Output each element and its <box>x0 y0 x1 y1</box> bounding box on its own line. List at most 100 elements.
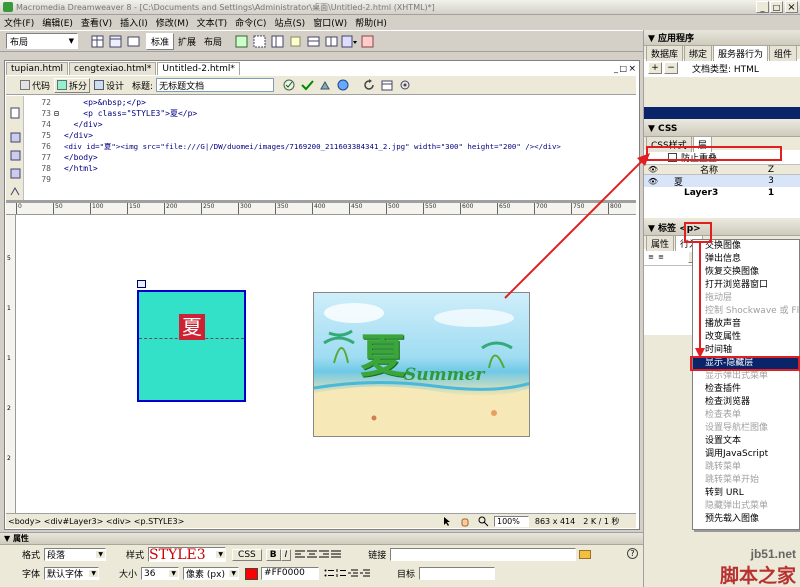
layer-row[interactable]: Layer3 1 <box>644 187 800 199</box>
tab-databases[interactable]: 数据库 <box>646 44 684 61</box>
code-view-button[interactable]: 代码 <box>20 79 50 92</box>
menu-view[interactable]: 查看(V) <box>77 16 116 29</box>
frameset-icon[interactable] <box>268 32 286 50</box>
tabular-data-icon[interactable] <box>358 32 376 50</box>
div-icon[interactable] <box>124 32 142 50</box>
mode-standard-button[interactable]: 标准 <box>146 32 175 50</box>
menu-commands[interactable]: 命令(C) <box>231 16 270 29</box>
outdent-icon[interactable] <box>347 565 359 583</box>
behavior-menu-item[interactable]: 转到 URL <box>693 487 799 500</box>
tab-server-behaviors[interactable]: 服务器行为 <box>713 44 769 61</box>
split-cell-icon[interactable] <box>304 32 322 50</box>
add-server-behavior-button[interactable]: + <box>648 62 662 74</box>
summer-image[interactable]: 夏 Summer <box>313 292 530 437</box>
mode-expanded-button[interactable]: 扩展 <box>174 34 200 49</box>
fold-toggle-icon[interactable]: ⊟ <box>54 108 64 119</box>
css-button[interactable]: CSS <box>232 548 262 561</box>
behavior-menu-item[interactable]: 改变属性 <box>693 331 799 344</box>
layer-anchor-icon[interactable] <box>137 280 146 288</box>
draw-layer-icon[interactable] <box>286 32 304 50</box>
table-icon[interactable] <box>88 32 106 50</box>
help-icon[interactable]: ? <box>627 548 638 559</box>
italic-button[interactable]: I <box>280 548 292 561</box>
hand-tool-icon[interactable] <box>456 512 474 530</box>
align-center-icon[interactable] <box>306 546 318 564</box>
frames-dropdown-icon[interactable] <box>340 32 358 50</box>
behavior-menu-item[interactable]: 设置文本 <box>693 435 799 448</box>
justify-icon[interactable] <box>330 546 342 564</box>
validate-markup-icon[interactable] <box>300 76 318 94</box>
expand-all-icon[interactable] <box>6 164 24 182</box>
layer-draw-icon[interactable] <box>232 32 250 50</box>
menu-edit[interactable]: 编辑(E) <box>38 16 77 29</box>
format-select[interactable]: 段落 ▼ <box>44 548 107 561</box>
doc-close-icon[interactable]: × <box>628 64 636 74</box>
menu-help[interactable]: 帮助(H) <box>351 16 391 29</box>
collapse-selection-icon[interactable] <box>6 146 24 164</box>
visibility-eye-icon[interactable]: 👁 <box>644 177 662 186</box>
tab-tupian[interactable]: tupian.html <box>6 62 69 75</box>
tag-selector[interactable]: <body> <div#Layer3> <div> <p.STYLE3> <box>6 517 438 526</box>
no-browser-check-icon[interactable] <box>282 76 300 94</box>
doc-min-icon[interactable]: _ <box>614 64 618 73</box>
behavior-menu-item[interactable]: 预先载入图像 <box>693 513 799 526</box>
window-size[interactable]: 863 x 414 <box>535 517 575 526</box>
refresh-icon[interactable] <box>360 76 378 94</box>
behavior-menu-item[interactable]: 打开浏览器窗口 <box>693 279 799 292</box>
pointer-tool-icon[interactable] <box>438 512 456 530</box>
behavior-menu-item[interactable]: 调用JavaScript <box>693 448 799 461</box>
menu-modify[interactable]: 修改(M) <box>152 16 193 29</box>
show-all-events-icon[interactable]: ≡ <box>656 248 666 266</box>
code-view[interactable]: 72 <p>&nbsp;</p> 73 ⊟ <p class="STYLE3">… <box>24 96 634 200</box>
behavior-menu-item[interactable]: 检查插件 <box>693 383 799 396</box>
view-options-icon[interactable] <box>378 76 396 94</box>
properties-header[interactable]: ▼ 属性 <box>0 533 643 545</box>
frame-icon[interactable] <box>250 32 268 50</box>
link-input[interactable] <box>390 548 577 561</box>
behavior-menu-item[interactable]: 播放声音 <box>693 318 799 331</box>
tab-cengtexiao[interactable]: cengtexiao.html* <box>69 62 157 75</box>
tab-components[interactable]: 组件 <box>769 44 798 61</box>
zoom-tool-icon[interactable] <box>474 512 492 530</box>
select-parent-tag-icon[interactable] <box>6 182 24 200</box>
design-view[interactable]: 夏 夏 Summer <box>17 215 634 513</box>
zoom-select[interactable]: 100% <box>494 515 529 527</box>
menu-site[interactable]: 站点(S) <box>270 16 309 29</box>
visual-aids-icon[interactable] <box>396 76 414 94</box>
file-management-icon[interactable] <box>318 76 336 94</box>
menu-text[interactable]: 文本(T) <box>193 16 232 29</box>
insert-category-select[interactable]: 布局 ▼ <box>6 33 78 49</box>
behavior-menu-item[interactable]: 恢复交换图像 <box>693 266 799 279</box>
minimize-button[interactable]: _ <box>756 1 769 13</box>
doc-restore-icon[interactable]: □ <box>619 64 627 73</box>
tab-untitled-2[interactable]: Untitled-2.html* <box>157 62 240 75</box>
maximize-button[interactable]: □ <box>770 1 783 13</box>
preview-browser-icon[interactable] <box>336 76 354 94</box>
menu-file[interactable]: 文件(F) <box>0 16 38 29</box>
layer-text[interactable]: 夏 <box>179 314 205 340</box>
target-select[interactable] <box>419 567 496 580</box>
align-left-icon[interactable] <box>294 546 306 564</box>
behavior-menu-item[interactable]: 检查浏览器 <box>693 396 799 409</box>
color-swatch[interactable] <box>245 567 259 580</box>
layer3-box[interactable]: 夏 <box>137 290 246 402</box>
layout-table-icon[interactable] <box>106 32 124 50</box>
unit-select[interactable]: 像素 (px) ▼ <box>183 567 240 580</box>
menu-window[interactable]: 窗口(W) <box>309 16 351 29</box>
collapse-tag-icon[interactable] <box>6 128 24 146</box>
font-select[interactable]: 默认字体 ▼ <box>44 567 100 580</box>
open-documents-icon[interactable] <box>6 104 24 122</box>
style-select[interactable]: STYLE3 ▼ <box>148 547 227 562</box>
layer-row[interactable]: 👁 夏 3 <box>644 175 800 188</box>
title-input[interactable] <box>156 78 275 92</box>
indent-icon[interactable] <box>359 565 371 583</box>
size-select[interactable]: 36 ▼ <box>141 567 180 580</box>
tab-bindings[interactable]: 绑定 <box>684 44 713 61</box>
bold-button[interactable]: B <box>265 548 281 561</box>
align-right-icon[interactable] <box>318 546 330 564</box>
remove-server-behavior-button[interactable]: − <box>664 62 678 74</box>
color-input[interactable]: #FF0000 <box>261 567 320 580</box>
merge-cell-icon[interactable] <box>322 32 340 50</box>
folder-icon[interactable] <box>579 550 592 559</box>
close-button[interactable]: × <box>785 1 798 13</box>
